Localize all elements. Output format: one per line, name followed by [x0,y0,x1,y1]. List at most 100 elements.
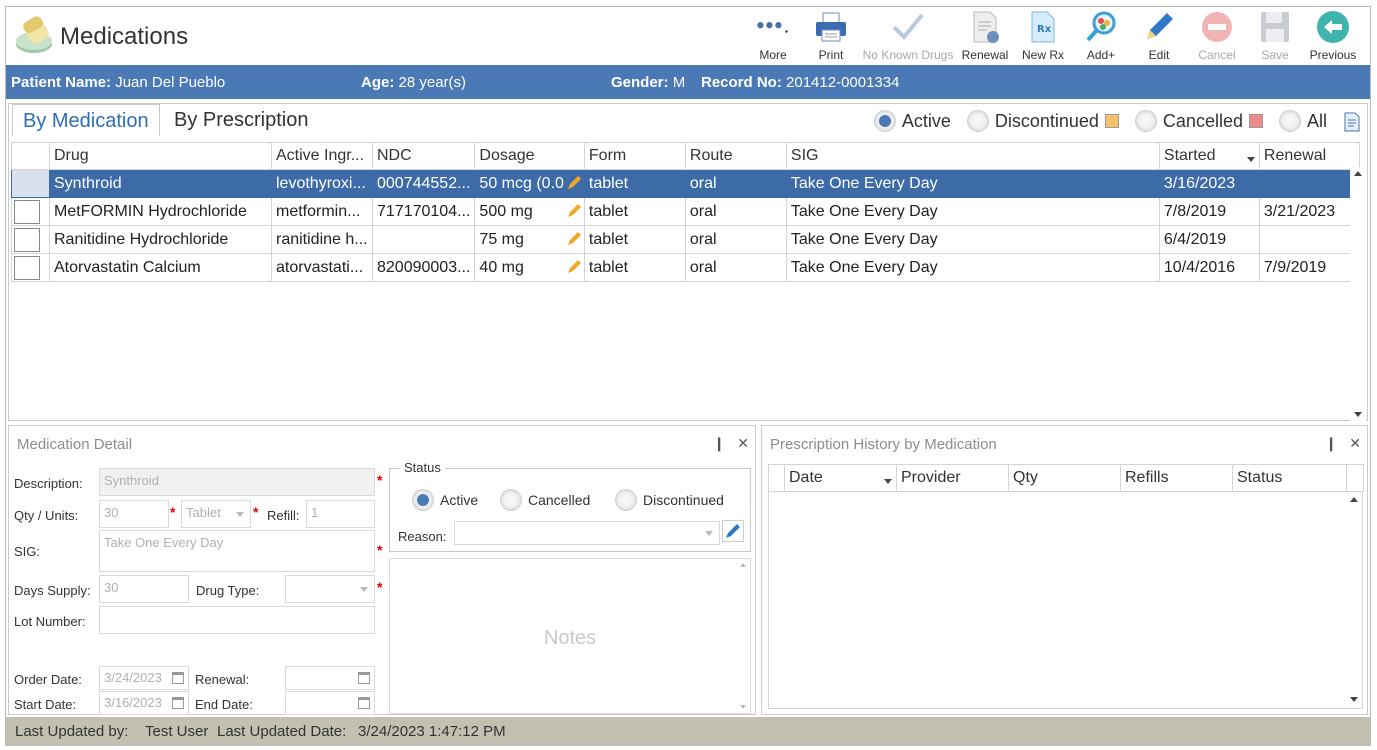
col-drug[interactable]: Drug [49,142,272,170]
history-col-refills[interactable]: Refills [1120,464,1233,492]
filter-all[interactable]: All [1278,110,1327,132]
reason-select[interactable] [454,521,720,545]
notes-scroll-up-icon[interactable] [740,563,746,567]
status-cancelled-option[interactable]: Cancelled [500,489,590,511]
calendar-icon[interactable] [358,672,370,684]
radio-discontinued[interactable] [966,110,989,132]
col-started[interactable]: Started [1158,142,1260,170]
radio-status-active[interactable] [412,489,434,511]
header: Medications More Print No Known Drugs Re… [6,7,1370,65]
days-supply-field[interactable]: 30 [99,575,189,603]
cell-dosage[interactable]: 40 mg [474,253,585,282]
cell-dosage[interactable]: 50 mcg (0.0 [474,169,585,198]
scroll-up-icon[interactable] [1354,171,1362,176]
renewal-date-field[interactable] [285,666,375,690]
row-checkbox-cell[interactable] [11,197,50,226]
edit-dosage-icon[interactable] [566,259,582,275]
col-form[interactable]: Form [583,142,686,170]
sig-field[interactable]: Take One Every Day [99,530,375,572]
radio-status-cancelled[interactable] [500,489,522,511]
edit-dosage-icon[interactable] [566,231,582,247]
radio-cancelled[interactable] [1134,110,1157,132]
export-document-icon[interactable] [1343,112,1361,132]
col-renewal[interactable]: Renewal [1258,142,1360,170]
calendar-icon[interactable] [358,697,370,709]
more-label: More [759,48,787,62]
radio-all[interactable] [1278,110,1301,132]
edit-reason-icon[interactable] [722,520,744,542]
cancel-button[interactable]: Cancel [1188,9,1246,65]
radio-status-discontinued[interactable] [615,489,637,511]
cell-form: tablet [583,197,686,226]
row-checkbox-cell[interactable] [11,253,50,282]
table-row[interactable]: MetFORMIN Hydrochloride metformin... 717… [11,197,1360,226]
status-active-option[interactable]: Active [412,489,478,511]
cell-dosage[interactable]: 500 mg [474,197,585,226]
close-icon[interactable]: ✕ [737,435,749,452]
pin-icon[interactable]: ❙ [713,435,725,452]
updated-date-value: 3/24/2023 1:47:12 PM [358,723,506,740]
cancel-label: Cancel [1198,48,1236,62]
row-checkbox-cell[interactable] [11,169,50,198]
radio-active[interactable] [873,110,896,132]
row-checkbox-cell[interactable] [11,225,50,254]
lot-number-field[interactable] [99,606,375,634]
history-col-qty[interactable]: Qty [1008,464,1121,492]
drug-type-select[interactable] [285,575,375,603]
cell-started: 10/4/2016 [1158,253,1260,282]
status-discontinued-option[interactable]: Discontinued [615,489,724,511]
tab-by-prescription[interactable]: By Prescription [164,104,319,136]
qty-field[interactable]: 30 [99,500,169,528]
edit-dosage-icon[interactable] [566,203,582,219]
filter-discontinued[interactable]: Discontinued [966,110,1119,132]
save-button[interactable]: Save [1246,9,1304,65]
no-known-drugs-button[interactable]: No Known Drugs [860,9,956,65]
description-field[interactable]: Synthroid [99,468,375,496]
notes-scroll-down-icon[interactable] [740,705,746,709]
edit-dosage-icon[interactable] [566,175,582,191]
col-ndc[interactable]: NDC [371,142,476,170]
scroll-down-icon[interactable] [1354,412,1362,417]
start-date-field[interactable]: 3/16/2023 [99,691,189,715]
notes-area[interactable]: Notes [389,558,751,714]
col-active-ingredient[interactable]: Active Ingr... [271,142,373,170]
col-dosage[interactable]: Dosage [474,142,585,170]
pin-icon[interactable]: ❙ [1325,435,1337,452]
row-checkbox[interactable] [14,255,40,280]
row-checkbox[interactable] [14,199,40,224]
history-scroll-down-icon[interactable] [1350,697,1358,702]
filter-active[interactable]: Active [873,110,951,132]
refill-field[interactable]: 1 [306,500,375,528]
col-sig[interactable]: SIG [785,142,1160,170]
tab-by-medication[interactable]: By Medication [12,104,160,136]
col-route[interactable]: Route [684,142,787,170]
grid-scrollbar[interactable] [1350,167,1366,421]
previous-button[interactable]: Previous [1304,9,1362,65]
add-button[interactable]: Add+ [1072,9,1130,65]
order-date-field[interactable]: 3/24/2023 [99,666,189,690]
history-col-provider[interactable]: Provider [896,464,1009,492]
close-icon[interactable]: ✕ [1349,435,1361,452]
table-row[interactable]: Ranitidine Hydrochloride ranitidine h...… [11,225,1360,254]
more-button[interactable]: More [744,9,802,65]
table-row[interactable]: Atorvastatin Calcium atorvastati... 8200… [11,253,1360,282]
updated-by-label: Last Updated by: [15,723,129,740]
calendar-icon[interactable] [172,697,184,709]
history-scroll-up-icon[interactable] [1350,497,1358,502]
history-col-status[interactable]: Status [1232,464,1347,492]
end-date-field[interactable] [285,691,375,715]
required-marker: * [170,504,176,520]
table-row[interactable]: Synthroid levothyroxi... 000744552... 50… [11,169,1360,198]
edit-button[interactable]: Edit [1130,9,1188,65]
cell-form: tablet [583,253,686,282]
qty-units-label: Qty / Units: [14,508,79,523]
history-col-date[interactable]: Date [784,464,897,492]
filter-cancelled[interactable]: Cancelled [1134,110,1263,132]
units-select[interactable]: Tablet [181,500,251,528]
calendar-icon[interactable] [172,672,184,684]
renewal-button[interactable]: Renewal [956,9,1014,65]
cell-dosage[interactable]: 75 mg [474,225,585,254]
row-checkbox[interactable] [14,227,40,252]
print-button[interactable]: Print [802,9,860,65]
new-rx-button[interactable]: Rx New Rx [1014,9,1072,65]
